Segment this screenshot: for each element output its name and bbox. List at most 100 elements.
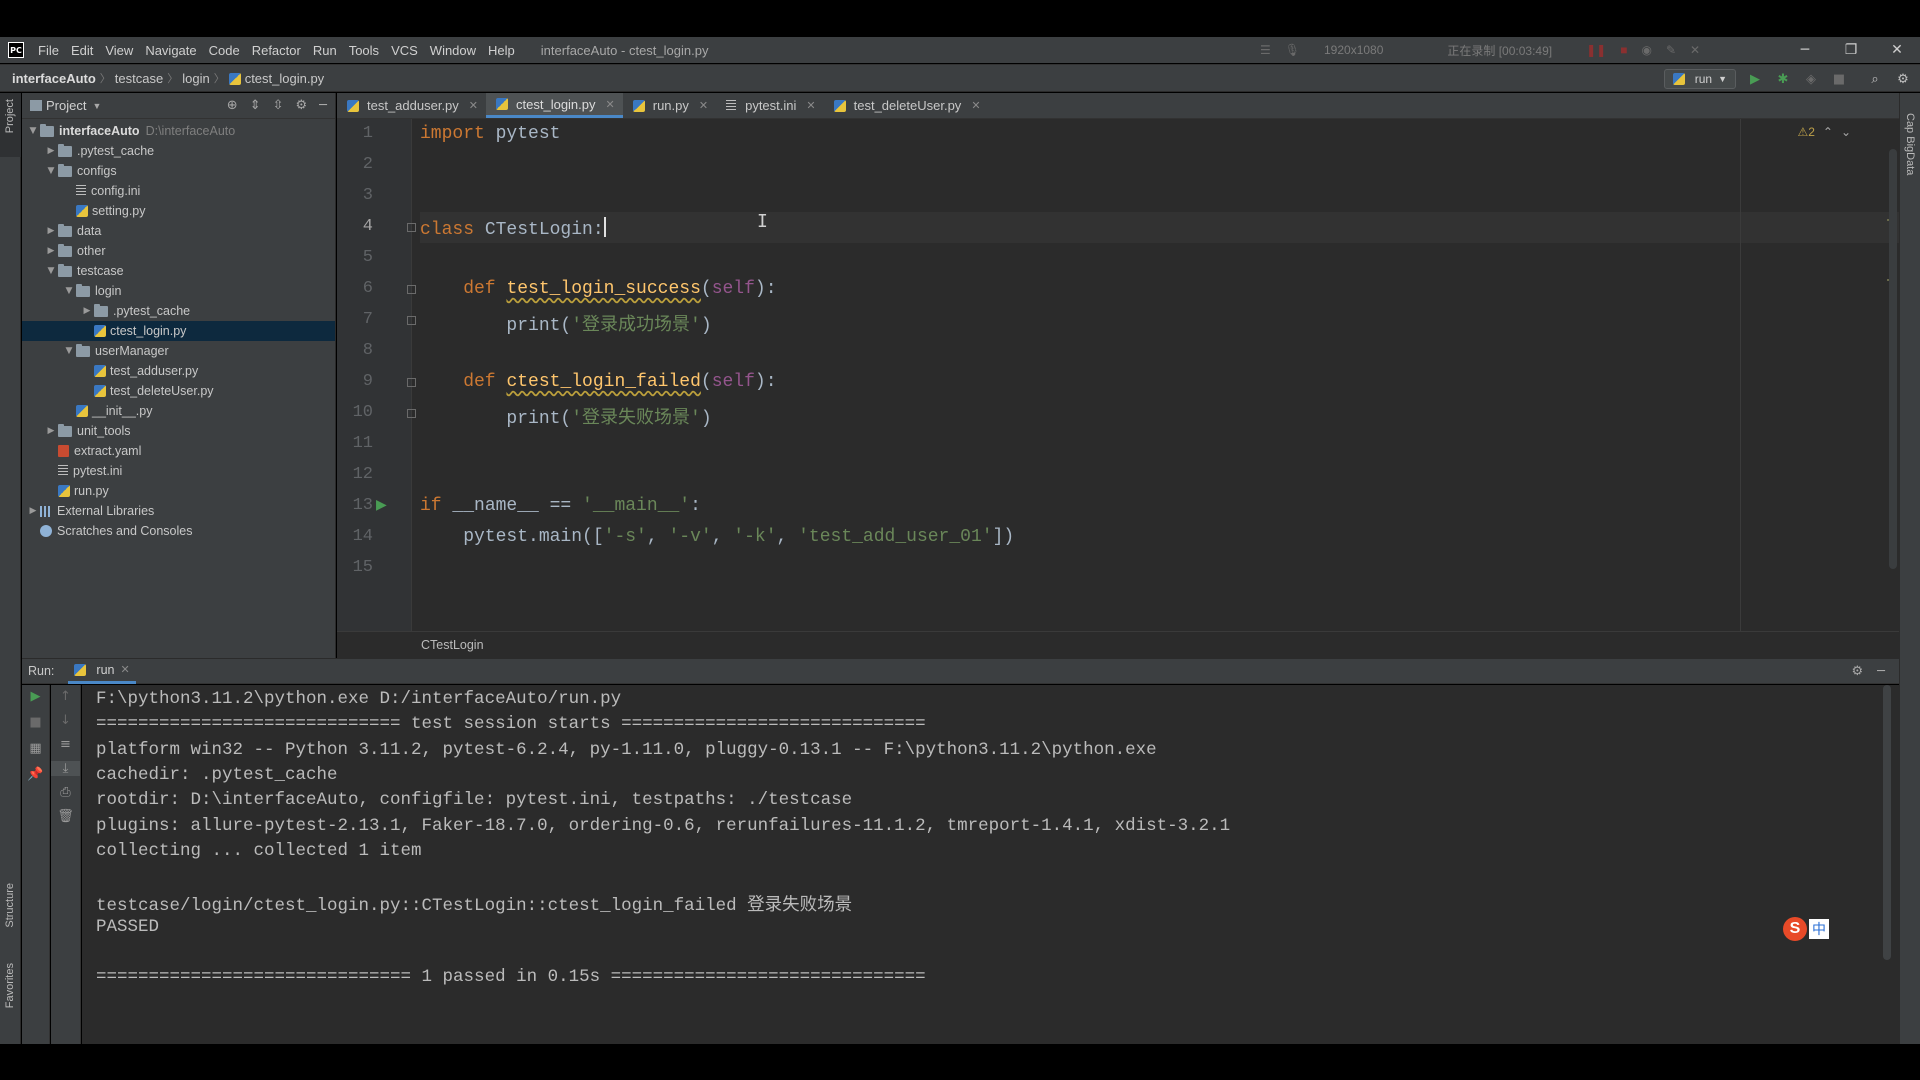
menu-edit[interactable]: Edit	[65, 43, 99, 58]
chevron-down-icon[interactable]: ▼	[44, 266, 58, 276]
editor-tab[interactable]: pytest.ini ✕	[716, 93, 824, 118]
tree-item[interactable]: test_adduser.py	[22, 361, 335, 381]
coverage-icon[interactable]: ◈	[1802, 70, 1820, 88]
fold-marker-icon[interactable]	[407, 316, 416, 325]
fold-marker-icon[interactable]	[407, 378, 416, 387]
close-icon[interactable]: ✕	[606, 98, 615, 111]
menu-tools[interactable]: Tools	[343, 43, 385, 58]
favorites-tool-button[interactable]: Favorites	[4, 963, 16, 1008]
gear-icon[interactable]: ⚙	[1852, 664, 1864, 679]
menu-run[interactable]: Run	[307, 43, 343, 58]
code-line[interactable]: class CTestLogin:	[420, 217, 606, 240]
project-tool-button[interactable]: Project	[0, 93, 21, 157]
tree-item[interactable]: pytest.ini	[22, 461, 335, 481]
layout-icon[interactable]: ▦	[22, 741, 49, 756]
editor-gutter[interactable]: 1 2 3 4 5 6 7 8 9 10 11 12 13 14 15 ▶	[337, 119, 416, 631]
restore-icon[interactable]: ❐	[1828, 37, 1874, 63]
close-recorder-icon[interactable]: ✕	[1690, 43, 1700, 57]
menu-navigate[interactable]: Navigate	[139, 43, 202, 58]
tree-item[interactable]: ▼ login	[22, 281, 335, 301]
close-window-icon[interactable]: ✕	[1874, 37, 1920, 63]
stop-record-icon[interactable]: ■	[1620, 43, 1627, 57]
close-icon[interactable]: ✕	[469, 99, 478, 112]
tree-item[interactable]: ▼ testcase	[22, 261, 335, 281]
menu-lines-icon[interactable]: ☰	[1260, 43, 1271, 57]
hide-panel-icon[interactable]: ─	[319, 98, 327, 113]
menu-window[interactable]: Window	[424, 43, 482, 58]
chevron-up-icon[interactable]: ⌃	[1823, 125, 1833, 139]
tree-item[interactable]: ▶ .pytest_cache	[22, 141, 335, 161]
tree-item[interactable]: __init__.py	[22, 401, 335, 421]
ime-indicator[interactable]: S 中	[1783, 917, 1829, 941]
chevron-right-icon[interactable]: ▶	[80, 306, 94, 316]
code-line[interactable]: if __name__ == '__main__':	[420, 496, 701, 516]
chevron-down-icon[interactable]: ▼	[44, 166, 58, 176]
fold-marker-icon[interactable]	[407, 223, 416, 232]
tree-item[interactable]: run.py	[22, 481, 335, 501]
code-editor[interactable]: 1 2 3 4 5 6 7 8 9 10 11 12 13 14 15 ▶ import pytest clas…	[337, 119, 1899, 631]
chevron-right-icon[interactable]: ▶	[26, 506, 40, 516]
tree-item[interactable]: ▶ data	[22, 221, 335, 241]
tree-item[interactable]: ▶ External Libraries	[22, 501, 335, 521]
search-icon[interactable]: ⌕	[1866, 70, 1884, 88]
tree-item[interactable]: ▼ interfaceAuto D:\interfaceAuto	[22, 121, 335, 141]
editor-tab[interactable]: test_deleteUser.py ✕	[824, 93, 989, 118]
breadcrumb-login[interactable]: login	[178, 71, 213, 86]
tree-item[interactable]: config.ini	[22, 181, 335, 201]
chevron-right-icon[interactable]: ▶	[44, 246, 58, 256]
tree-item[interactable]: test_deleteUser.py	[22, 381, 335, 401]
console-scrollbar[interactable]	[1883, 685, 1891, 960]
run-configuration-select[interactable]: run ▼	[1663, 69, 1736, 89]
run-console[interactable]: F:\python3.11.2\python.exe D:/interfaceA…	[82, 685, 1899, 1044]
hide-panel-icon[interactable]: ─	[1877, 664, 1885, 679]
stop-icon[interactable]: ■	[22, 715, 49, 730]
chevron-right-icon[interactable]: ▶	[44, 226, 58, 236]
chevron-down-icon[interactable]: ▼	[26, 126, 40, 136]
close-icon[interactable]: ✕	[806, 99, 815, 112]
pause-record-icon[interactable]: ❚❚	[1586, 43, 1606, 57]
chevron-right-icon[interactable]: ▶	[44, 426, 58, 436]
collapse-all-icon[interactable]: ⇳	[273, 98, 284, 113]
editor-tab[interactable]: ctest_login.py ✕	[486, 93, 623, 118]
editor-breadcrumb[interactable]: CTestLogin	[421, 638, 484, 652]
run-gutter-icon[interactable]: ▶	[376, 497, 387, 513]
code-area[interactable]: import pytest class CTestLogin: def test_…	[420, 119, 1899, 631]
menu-vcs[interactable]: VCS	[385, 43, 424, 58]
soft-wrap-icon[interactable]: ≡	[51, 737, 80, 752]
print-icon[interactable]: ⎙	[51, 785, 80, 800]
code-line[interactable]: pytest.main(['-s', '-v', '-k', 'test_add…	[420, 527, 1014, 547]
menu-code[interactable]: Code	[203, 43, 246, 58]
breadcrumb-project[interactable]: interfaceAuto	[8, 71, 100, 86]
arrow-down-icon[interactable]: ↓	[51, 713, 80, 728]
pen-icon[interactable]: ✎	[1666, 43, 1676, 57]
gear-icon[interactable]: ⚙	[1894, 70, 1912, 88]
bigdata-tool-button[interactable]: Cap BigData	[1904, 113, 1916, 175]
rerun-icon[interactable]: ▶	[22, 689, 49, 704]
tree-item[interactable]: extract.yaml	[22, 441, 335, 461]
arrow-up-icon[interactable]: ↑	[51, 689, 80, 704]
run-tab[interactable]: run ✕	[68, 658, 136, 684]
chevron-down-icon[interactable]: ▼	[92, 101, 101, 111]
chevron-down-icon[interactable]: ⌄	[1841, 125, 1851, 139]
structure-tool-button[interactable]: Structure	[4, 883, 16, 928]
tree-item[interactable]: ctest_login.py	[22, 321, 335, 341]
code-line[interactable]: import pytest	[420, 124, 560, 144]
scroll-to-end-icon[interactable]: ⤓	[51, 761, 80, 776]
camera-icon[interactable]: ◉	[1641, 43, 1651, 57]
close-icon[interactable]: ✕	[971, 99, 980, 112]
breadcrumb-file[interactable]: ctest_login.py	[225, 71, 329, 86]
editor-tab[interactable]: run.py ✕	[623, 93, 716, 118]
chevron-down-icon[interactable]: ▼	[62, 286, 76, 296]
tree-item[interactable]: ▶ unit_tools	[22, 421, 335, 441]
close-icon[interactable]: ✕	[120, 663, 129, 676]
fold-marker-icon[interactable]	[407, 285, 416, 294]
tree-item[interactable]: ▶ .pytest_cache	[22, 301, 335, 321]
close-icon[interactable]: ✕	[699, 99, 708, 112]
chevron-right-icon[interactable]: ▶	[44, 146, 58, 156]
code-line[interactable]: def ctest_login_failed(self):	[420, 372, 776, 392]
menu-view[interactable]: View	[99, 43, 139, 58]
stop-icon[interactable]: ■	[1830, 70, 1848, 88]
debug-icon[interactable]: ✱	[1774, 70, 1792, 88]
expand-all-icon[interactable]: ⇕	[250, 98, 261, 113]
editor-tab[interactable]: test_adduser.py ✕	[337, 93, 486, 118]
